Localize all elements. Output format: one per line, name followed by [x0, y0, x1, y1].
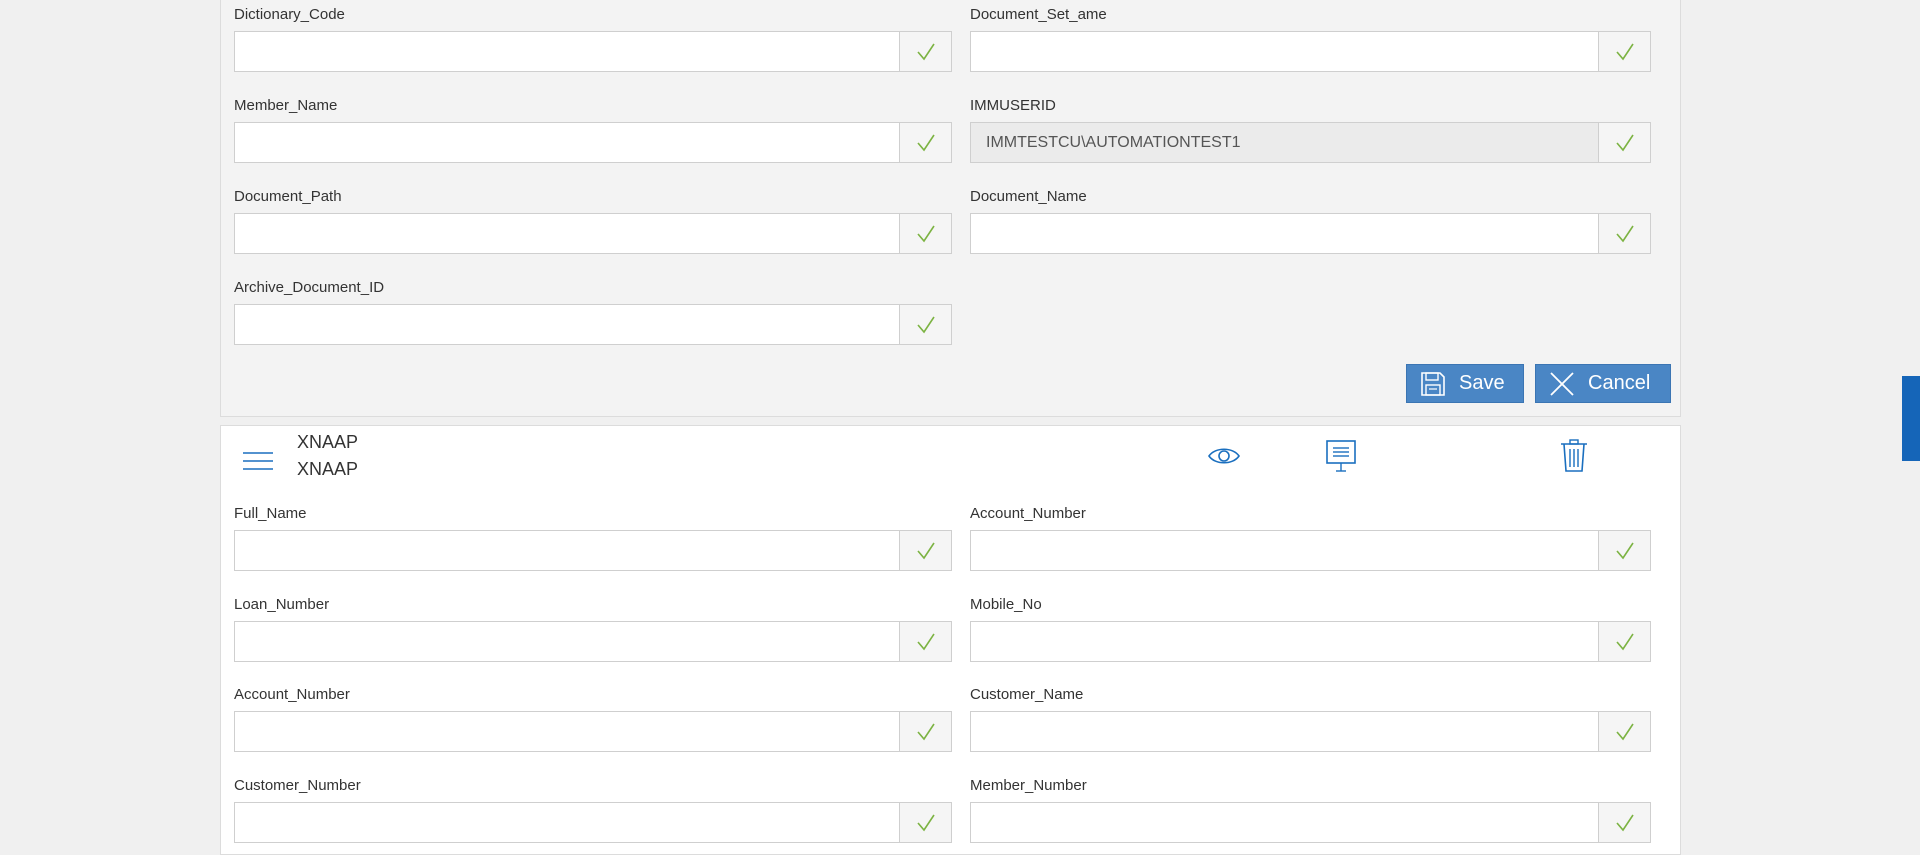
card-title: XNAAP: [297, 432, 359, 452]
field-label: Member_Number: [970, 777, 1087, 794]
check-icon[interactable]: [900, 802, 952, 843]
check-icon[interactable]: [900, 213, 952, 254]
close-icon: [1546, 368, 1578, 400]
check-icon[interactable]: [900, 530, 952, 571]
eye-icon[interactable]: [1204, 436, 1244, 476]
field-label: Document_Path: [234, 188, 342, 205]
check-icon[interactable]: [1599, 31, 1651, 72]
immuserid-input[interactable]: [970, 122, 1599, 163]
cancel-label: Cancel: [1588, 372, 1651, 394]
trash-icon[interactable]: [1554, 436, 1594, 476]
field-label: Customer_Number: [234, 777, 361, 794]
field-label: Archive_Document_ID: [234, 279, 385, 296]
field-label: Account_Number: [970, 505, 1086, 522]
field-label: Full_Name: [234, 505, 307, 522]
cancel-button[interactable]: Cancel: [1535, 364, 1671, 403]
check-icon[interactable]: [1599, 711, 1651, 752]
dictionary-code-input[interactable]: [234, 31, 900, 72]
check-icon[interactable]: [900, 621, 952, 662]
xnaap-document-card: XNAAP XNAAP Full_Name Account_Number Loa…: [220, 425, 1681, 855]
member-name-input[interactable]: [234, 122, 900, 163]
account-number-input[interactable]: [234, 711, 900, 752]
save-label: Save: [1459, 372, 1505, 394]
field-label: IMMUSERID: [970, 97, 1056, 114]
mobile-no-input[interactable]: [970, 621, 1599, 662]
field-label: Document_Set_ame: [970, 6, 1107, 23]
hamburger-menu-icon[interactable]: [241, 444, 275, 478]
field-label: Member_Name: [234, 97, 338, 114]
archive-document-id-input[interactable]: [234, 304, 900, 345]
field-label: Dictionary_Code: [234, 6, 345, 23]
loan-number-input[interactable]: [234, 621, 900, 662]
field-label: Customer_Name: [970, 686, 1084, 703]
full-name-input[interactable]: [234, 530, 900, 571]
document-path-input[interactable]: [234, 213, 900, 254]
card-subtitle: XNAAP: [297, 459, 359, 479]
account-number-input[interactable]: [970, 530, 1599, 571]
document-edit-panel: Dictionary_Code Document_Set_ame Member_…: [220, 0, 1681, 417]
check-icon[interactable]: [1599, 802, 1651, 843]
save-button[interactable]: Save: [1406, 364, 1524, 403]
check-icon[interactable]: [1599, 621, 1651, 662]
check-icon[interactable]: [900, 711, 952, 752]
check-icon[interactable]: [1599, 530, 1651, 571]
field-label: Document_Name: [970, 188, 1087, 205]
check-icon[interactable]: [1599, 213, 1651, 254]
document-set-name-input[interactable]: [970, 31, 1599, 72]
field-label: Account_Number: [234, 686, 350, 703]
customer-name-input[interactable]: [970, 711, 1599, 752]
customer-number-input[interactable]: [234, 802, 900, 843]
floppy-disk-icon: [1417, 368, 1449, 400]
check-icon[interactable]: [900, 122, 952, 163]
member-number-input[interactable]: [970, 802, 1599, 843]
check-icon[interactable]: [900, 31, 952, 72]
field-label: Mobile_No: [970, 596, 1042, 613]
document-name-input[interactable]: [970, 213, 1599, 254]
field-label: Loan_Number: [234, 596, 330, 613]
side-panel-tab[interactable]: [1902, 376, 1920, 461]
check-icon[interactable]: [900, 304, 952, 345]
presentation-icon[interactable]: [1321, 436, 1361, 476]
check-icon[interactable]: [1599, 122, 1651, 163]
